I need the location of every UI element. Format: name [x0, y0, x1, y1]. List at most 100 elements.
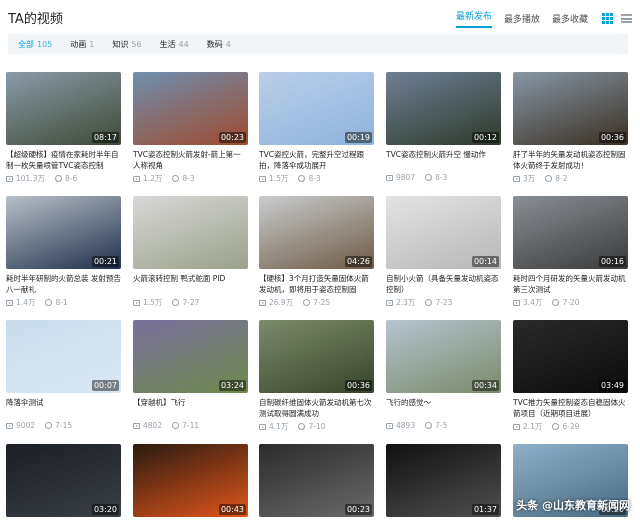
video-card[interactable]: 03:24 【穿越机】飞行 4802 7-11 — [133, 320, 248, 430]
clock-icon — [545, 175, 553, 182]
video-title[interactable]: TVC推力矢量控制姿态自稳固体火箭项目（近期项目进展） — [513, 397, 628, 419]
video-card[interactable]: 00:14 自制小火箭（具备矢量发动机姿态控制） 2.3万 7-23 — [386, 196, 501, 308]
clock-icon — [172, 175, 180, 182]
sort-tab-latest[interactable]: 最新发布 — [455, 9, 492, 28]
clock-icon — [425, 299, 433, 306]
video-title[interactable]: 火箭滚转控制 鸭式舵面 PID — [133, 273, 248, 295]
play-count: 4893 — [396, 421, 416, 430]
video-card[interactable]: 00:36 自制碳纤维固体火箭发动机第七次测试取得圆满成功 4.1万 7-10 — [259, 320, 374, 432]
video-title[interactable]: 耗时四个月研发的矢量火箭发动机第三次测试 — [513, 273, 628, 295]
video-meta: 1.5万 8-3 — [259, 173, 374, 184]
video-card[interactable]: 00:07 降落伞测试 9002 7-15 — [6, 320, 121, 430]
play-count: 1.5万 — [269, 174, 289, 183]
video-duration: 01:37 — [471, 504, 499, 515]
video-thumbnail[interactable]: 00:34 — [386, 320, 501, 393]
video-card[interactable]: 00:12 TVC姿态控制火箭升空 慢动作 9807 8-3 — [386, 72, 501, 182]
filter-all[interactable]: 全部 105 — [18, 39, 52, 50]
video-card[interactable]: 04:26 【硬核】3个月打造矢量固体火箭发动机，即将用于姿态控制固 26.9万 7-… — [259, 196, 374, 308]
clock-icon — [552, 299, 560, 306]
video-title[interactable]: 自制碳纤维固体火箭发动机第七次测试取得圆满成功 — [259, 397, 374, 419]
video-meta: 1.2万 8-3 — [133, 173, 248, 184]
video-card[interactable]: 00:16 耗时四个月研发的矢量火箭发动机第三次测试 3.4万 7-20 — [513, 196, 628, 308]
video-title[interactable]: 降落伞测试 — [6, 397, 121, 419]
video-thumbnail[interactable] — [133, 196, 248, 269]
play-count: 1.5万 — [143, 298, 163, 307]
video-thumbnail[interactable]: 00:23 — [133, 72, 248, 145]
sort-tab-most-played[interactable]: 最多播放 — [504, 12, 540, 25]
sort-tabs: 最新发布 最多播放 最多收藏 — [444, 9, 632, 28]
publish-date: 8-1 — [55, 298, 68, 307]
video-duration: 00:23 — [218, 132, 246, 143]
video-card[interactable]: 00:43 — [133, 444, 248, 517]
video-thumbnail[interactable]: 00:23 — [259, 444, 374, 517]
play-count-icon — [386, 174, 393, 181]
video-duration: 03:49 — [598, 380, 626, 391]
video-thumbnail[interactable]: 03:24 — [133, 320, 248, 393]
video-title[interactable]: 【硬核】3个月打造矢量固体火箭发动机，即将用于姿态控制固 — [259, 273, 374, 295]
video-thumbnail[interactable]: 08:17 — [6, 72, 121, 145]
grid-view-icon[interactable] — [602, 13, 613, 24]
video-thumbnail[interactable]: 03:20 — [6, 444, 121, 517]
video-title[interactable]: TVC姿态控制火箭发射-箭上第一人称视角 — [133, 149, 248, 171]
video-thumbnail[interactable]: 00:43 — [133, 444, 248, 517]
video-title[interactable]: TVC姿控火箭，完整升空过程跟拍，降落伞成功展开 — [259, 149, 374, 171]
video-thumbnail[interactable]: 03:49 — [513, 320, 628, 393]
video-meta: 9002 7-15 — [6, 421, 121, 430]
video-meta: 101.3万 8-6 — [6, 173, 121, 184]
video-title[interactable]: 飞行的感觉～ — [386, 397, 501, 419]
video-card[interactable]: 00:21 耗时半年研制的火箭总装 发射预告 八一献礼 1.4万 8-1 — [6, 196, 121, 308]
video-thumbnail[interactable]: 00:14 — [386, 196, 501, 269]
filter-life[interactable]: 生活 44 — [160, 39, 189, 50]
video-thumbnail[interactable]: 00:21 — [6, 196, 121, 269]
video-title[interactable]: TVC姿态控制火箭升空 慢动作 — [386, 149, 501, 171]
video-card[interactable]: 03:49 TVC推力矢量控制姿态自稳固体火箭项目（近期项目进展） 2.1万 6-29 — [513, 320, 628, 432]
video-card[interactable]: 03:20 — [6, 444, 121, 517]
video-card[interactable]: 00:19 TVC姿控火箭，完整升空过程跟拍，降落伞成功展开 1.5万 8-3 — [259, 72, 374, 184]
video-duration: 00:36 — [598, 132, 626, 143]
video-title[interactable]: 肝了半年的矢量发动机姿态控制固体火箭终于发射成功！ — [513, 149, 628, 171]
video-thumbnail[interactable]: 01:37 — [386, 444, 501, 517]
video-card[interactable]: 00:34 飞行的感觉～ 4893 7-5 — [386, 320, 501, 430]
video-title[interactable]: 自制小火箭（具备矢量发动机姿态控制） — [386, 273, 501, 295]
play-count-icon — [259, 299, 266, 306]
play-count: 101.3万 — [16, 174, 45, 183]
clock-icon — [172, 299, 180, 306]
filter-digital[interactable]: 数码 4 — [207, 39, 231, 50]
video-thumbnail[interactable]: 00:16 — [513, 196, 628, 269]
video-thumbnail[interactable]: 00:07 — [6, 320, 121, 393]
video-duration: 08:17 — [91, 132, 119, 143]
play-count-icon — [133, 299, 140, 306]
video-thumbnail[interactable]: 04:26 — [259, 196, 374, 269]
clock-icon — [45, 299, 53, 306]
video-card[interactable]: 火箭滚转控制 鸭式舵面 PID 1.5万 7-27 — [133, 196, 248, 308]
video-card[interactable]: 01:37 — [386, 444, 501, 517]
video-title[interactable]: 【穿越机】飞行 — [133, 397, 248, 419]
play-count: 9002 — [16, 421, 36, 430]
video-thumbnail[interactable]: 00:19 — [259, 72, 374, 145]
play-count-icon — [386, 422, 393, 429]
video-card[interactable]: 08:17 【超级硬核】疫情在家耗时半年自制一枚矢量喷管TVC姿态控制 101.3万… — [6, 72, 121, 184]
filter-animation[interactable]: 动画 1 — [70, 39, 94, 50]
filter-knowledge[interactable]: 知识 56 — [112, 39, 141, 50]
clock-icon — [303, 299, 311, 306]
clock-icon — [425, 422, 433, 429]
video-thumbnail[interactable]: 00:12 — [386, 72, 501, 145]
list-view-icon[interactable] — [621, 13, 632, 24]
play-count-icon — [513, 423, 520, 430]
video-card[interactable]: 00:23 TVC姿态控制火箭发射-箭上第一人称视角 1.2万 8-3 — [133, 72, 248, 184]
publish-date: 8-3 — [435, 173, 448, 182]
video-title[interactable]: 耗时半年研制的火箭总装 发射预告 八一献礼 — [6, 273, 121, 295]
video-meta: 3.4万 7-20 — [513, 297, 628, 308]
video-duration: 00:14 — [471, 256, 499, 267]
video-duration: 04:26 — [344, 256, 372, 267]
sort-tab-most-favorited[interactable]: 最多收藏 — [552, 12, 588, 25]
video-card[interactable]: 00:23 — [259, 444, 374, 517]
video-title[interactable]: 【超级硬核】疫情在家耗时半年自制一枚矢量喷管TVC姿态控制 — [6, 149, 121, 171]
publish-date: 8-6 — [64, 174, 78, 183]
video-meta: 3万 8-2 — [513, 173, 628, 184]
video-card[interactable]: 00:36 肝了半年的矢量发动机姿态控制固体火箭终于发射成功！ 3万 8-2 — [513, 72, 628, 184]
video-thumbnail[interactable]: 00:36 — [259, 320, 374, 393]
clock-icon — [552, 423, 560, 430]
video-thumbnail[interactable]: 00:36 — [513, 72, 628, 145]
play-count: 26.9万 — [269, 298, 294, 307]
